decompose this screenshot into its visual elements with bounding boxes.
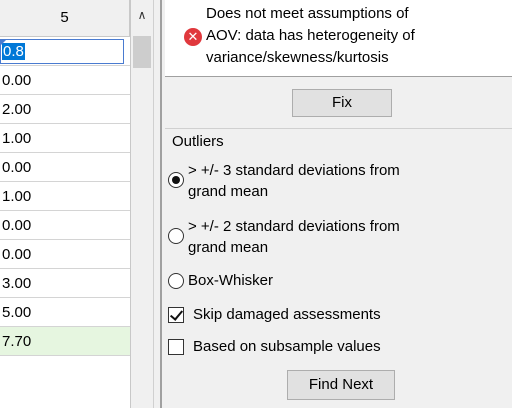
checkbox[interactable] bbox=[168, 338, 184, 355]
divider bbox=[165, 128, 512, 129]
error-message: Does not meet assumptions of AOV: data h… bbox=[206, 3, 506, 69]
fix-button[interactable]: Fix bbox=[292, 89, 392, 117]
grid-cell[interactable]: 0.00 bbox=[0, 153, 130, 182]
grid-cell[interactable]: 3.00 bbox=[0, 269, 130, 298]
radio-label-line: > +/- 2 standard deviations from bbox=[188, 218, 400, 235]
grid-cell[interactable]: 0.00 bbox=[0, 66, 130, 95]
radio-label: > +/- 3 standard deviations from grand m… bbox=[188, 160, 400, 202]
grid-cell[interactable]: 0.00 bbox=[0, 240, 130, 269]
radio-label: > +/- 2 standard deviations from grand m… bbox=[188, 216, 400, 258]
checkbox[interactable] bbox=[168, 306, 184, 323]
grid-cell-editing[interactable]: 0.8 bbox=[0, 37, 130, 66]
radio-button[interactable] bbox=[168, 273, 184, 289]
cell-indicator-icon bbox=[0, 39, 7, 46]
radio-button[interactable] bbox=[168, 228, 184, 244]
radio-label: Box-Whisker bbox=[188, 272, 274, 289]
checkbox-label: Skip damaged assessments bbox=[193, 306, 381, 323]
radio-box-whisker[interactable]: Box-Whisker bbox=[168, 270, 273, 291]
error-message-line: AOV: data has heterogeneity of bbox=[206, 27, 415, 44]
scroll-up-icon[interactable]: ∧ bbox=[131, 0, 153, 34]
data-grid: 5 0.8 0.00 2.00 1.00 0.00 1.00 0.00 0.00… bbox=[0, 0, 131, 408]
panel-divider bbox=[160, 0, 162, 408]
radio-button[interactable] bbox=[168, 172, 184, 188]
grid-cell[interactable]: 0.00 bbox=[0, 211, 130, 240]
grid-cell[interactable]: 1.00 bbox=[0, 182, 130, 211]
radio-label-line: grand mean bbox=[188, 239, 269, 256]
vertical-scrollbar[interactable]: ∧ bbox=[131, 0, 154, 408]
error-message-line: Does not meet assumptions of bbox=[206, 5, 409, 22]
grid-cell[interactable]: 5.00 bbox=[0, 298, 130, 327]
subsample-checkbox[interactable]: Based on subsample values bbox=[168, 338, 381, 355]
radio-2sd[interactable]: > +/- 2 standard deviations from grand m… bbox=[168, 216, 400, 258]
radio-label-line: grand mean bbox=[188, 183, 269, 200]
radio-label-line: > +/- 3 standard deviations from bbox=[188, 162, 400, 179]
grid-cell[interactable]: 1.00 bbox=[0, 124, 130, 153]
checkbox-label: Based on subsample values bbox=[193, 338, 381, 355]
column-header[interactable]: 5 bbox=[0, 0, 130, 37]
radio-3sd[interactable]: > +/- 3 standard deviations from grand m… bbox=[168, 160, 400, 202]
grid-cell[interactable]: 7.70 bbox=[0, 327, 130, 356]
outliers-group-title: Outliers bbox=[172, 133, 224, 150]
find-next-button[interactable]: Find Next bbox=[287, 370, 395, 400]
skip-damaged-checkbox[interactable]: Skip damaged assessments bbox=[168, 306, 381, 323]
scroll-thumb[interactable] bbox=[133, 36, 151, 68]
grid-cell[interactable]: 2.00 bbox=[0, 95, 130, 124]
error-icon: ✕ bbox=[184, 28, 202, 46]
message-box: ✕ Does not meet assumptions of AOV: data… bbox=[165, 0, 512, 77]
error-message-line: variance/skewness/kurtosis bbox=[206, 49, 389, 66]
